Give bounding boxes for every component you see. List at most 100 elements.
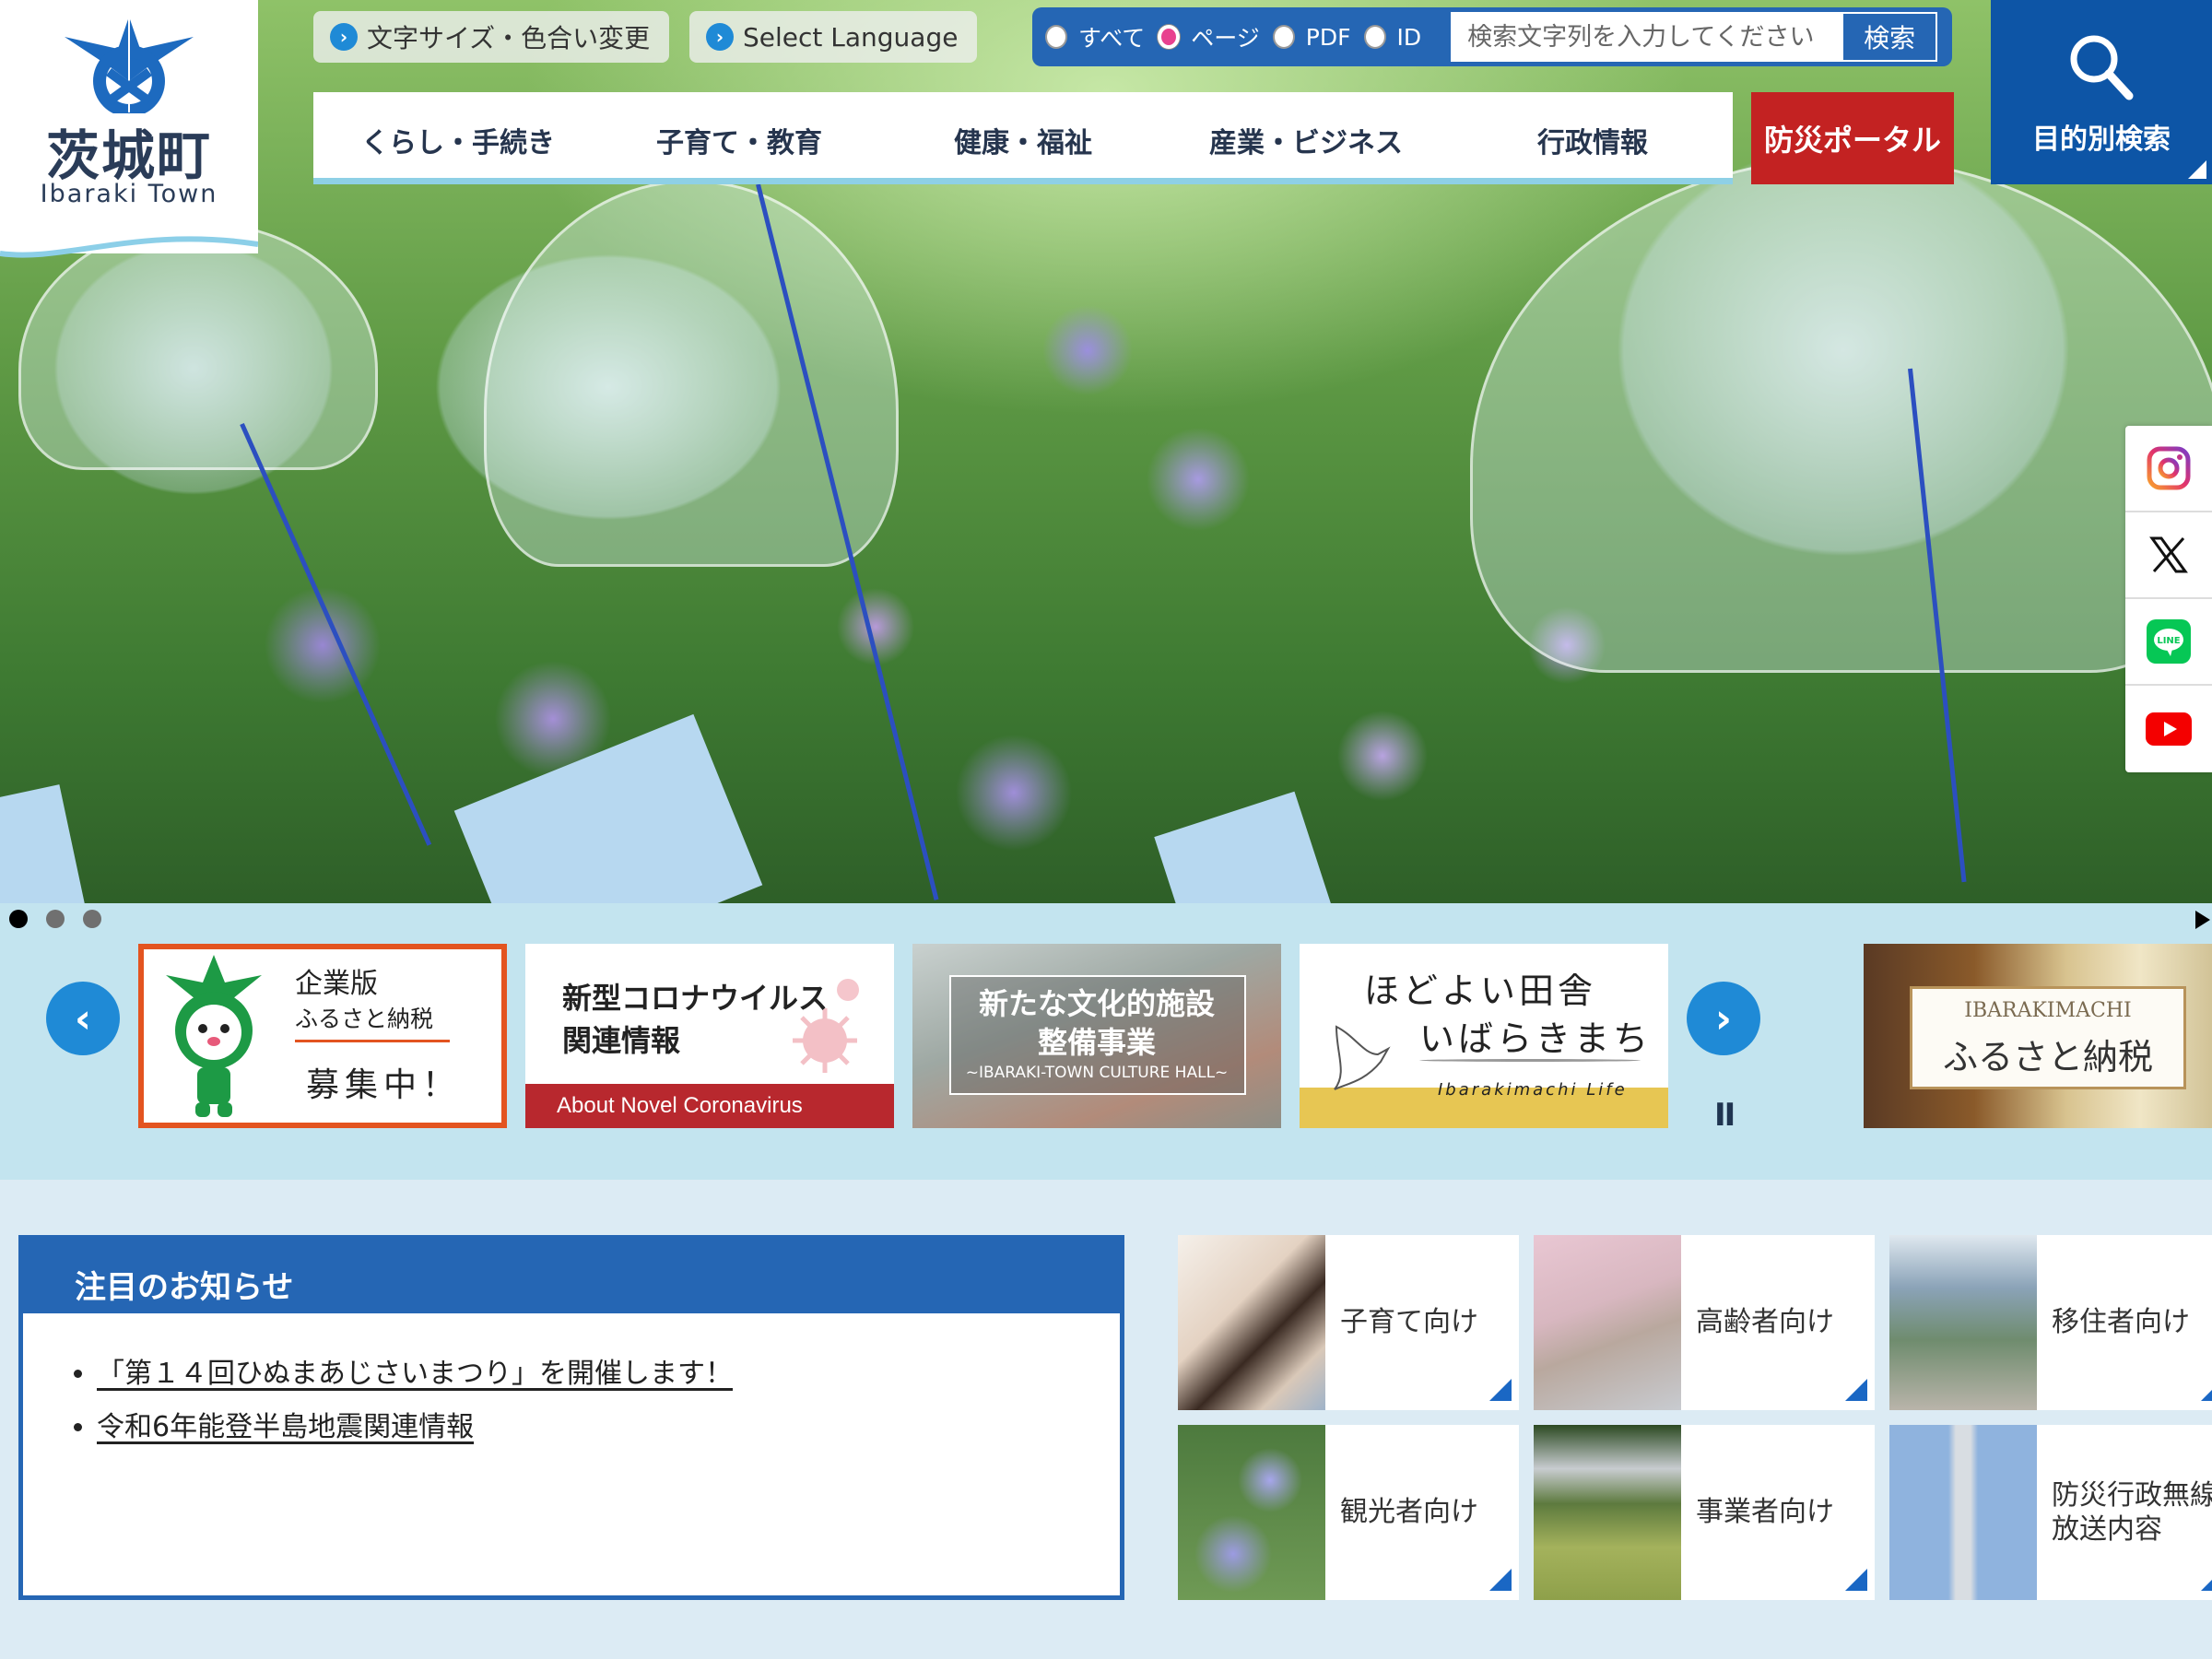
- elderly-couple-photo: [1534, 1235, 1681, 1410]
- chime-paper-strip: [1154, 791, 1335, 903]
- list-item: 令和6年能登半島地震関連情報: [97, 1404, 733, 1444]
- youtube-link[interactable]: [2125, 686, 2212, 772]
- purpose-search-button[interactable]: 目的別検索: [1991, 0, 2212, 184]
- card-label: 子育て向け: [1340, 1306, 1478, 1339]
- corner-triangle-icon: [1845, 1569, 1867, 1591]
- banner-text: ほどよい田舎: [1364, 971, 1597, 1011]
- banner-text: 企業版: [295, 968, 378, 1000]
- text-size-color-button[interactable]: › 文字サイズ・色合い変更: [313, 11, 669, 63]
- radio-button[interactable]: [1045, 25, 1067, 49]
- housing-photo: [1889, 1235, 2037, 1410]
- search-scope-pdf[interactable]: PDF: [1272, 23, 1351, 51]
- notice-link[interactable]: 「第１４回ひぬまあじさいまつり」を開催します！: [97, 1358, 733, 1390]
- radio-label: すべて: [1078, 25, 1146, 52]
- notice-list: 「第１４回ひぬまあじさいまつり」を開催します！ 令和6年能登半島地震関連情報: [97, 1350, 733, 1457]
- slide-dot[interactable]: [83, 910, 101, 928]
- text-size-color-label: 文字サイズ・色合い変更: [367, 23, 651, 53]
- line-link[interactable]: LINE: [2125, 599, 2212, 686]
- banner-text: 整備事業: [1037, 1025, 1156, 1060]
- chime-paper-strip: [0, 784, 87, 903]
- svg-text:LINE: LINE: [2157, 636, 2180, 646]
- divider: [295, 1040, 450, 1042]
- banner-next-button[interactable]: ›: [1687, 982, 1760, 1055]
- card-label: 移住者向け: [2052, 1306, 2190, 1339]
- banner-pause-button[interactable]: II: [1714, 1097, 1735, 1134]
- select-language-label: Select Language: [743, 21, 959, 53]
- banner-text: ~IBARAKI-TOWN CULTURE HALL~: [965, 1064, 1229, 1082]
- audience-card-disaster-broadcast[interactable]: 防災行政無線放送内容: [1889, 1425, 2212, 1600]
- radio-button[interactable]: [1272, 25, 1295, 49]
- radio-button-selected[interactable]: [1158, 25, 1181, 49]
- corner-triangle-icon: [2201, 1569, 2212, 1591]
- global-nav: くらし・手続き 子育て・教育 健康・福祉 産業・ビジネス 行政情報: [313, 92, 1733, 184]
- banner-text: Ibarakimachi Life: [1438, 1080, 1628, 1100]
- banner-furusato-tax[interactable]: IBARAKIMACHI ふるさと納税: [1864, 944, 2212, 1128]
- audience-card-business[interactable]: 事業者向け: [1534, 1425, 1875, 1600]
- banner-culture-hall[interactable]: 新たな文化的施設 整備事業 ~IBARAKI-TOWN CULTURE HALL…: [912, 944, 1281, 1128]
- banner-text: 募集中！: [306, 1066, 462, 1104]
- radio-label: PDF: [1305, 23, 1351, 51]
- card-label: 高齢者向け: [1696, 1306, 1834, 1339]
- notice-link[interactable]: 令和6年能登半島地震関連情報: [97, 1411, 474, 1443]
- select-language-button[interactable]: › Select Language: [689, 11, 977, 63]
- banner-text: 新型コロナウイルス: [562, 981, 829, 1016]
- banner-prev-button[interactable]: ‹: [46, 982, 120, 1055]
- banner-ibarakimachi-life[interactable]: ほどよい田舎 いばらきまち Ibarakimachi Life: [1300, 944, 1668, 1128]
- chime-string: [240, 422, 432, 846]
- radio-label: ページ: [1191, 25, 1260, 52]
- nav-item-industry[interactable]: 産業・ビジネス: [1209, 120, 1403, 160]
- search-scope-page[interactable]: ページ: [1158, 20, 1260, 53]
- mascot-character-icon: [166, 955, 262, 1117]
- nav-item-living[interactable]: くらし・手続き: [361, 120, 555, 160]
- search-input[interactable]: [1451, 12, 1844, 62]
- banner-coronavirus-info[interactable]: 新型コロナウイルス 関連情報 About Novel Coronavirus: [525, 944, 894, 1128]
- banner-text: 新たな文化的施設: [978, 986, 1215, 1021]
- list-item: 「第１４回ひぬまあじさいまつり」を開催します！: [97, 1350, 733, 1391]
- wind-chime-image: [1470, 157, 2212, 673]
- nav-item-health[interactable]: 健康・福祉: [954, 120, 1092, 160]
- slide-dot-active[interactable]: [9, 910, 28, 928]
- audience-card-tourists[interactable]: 観光者向け: [1178, 1425, 1519, 1600]
- slide-dot[interactable]: [46, 910, 65, 928]
- nav-item-administration[interactable]: 行政情報: [1537, 120, 1648, 160]
- logo-wave-decoration: [0, 226, 258, 258]
- banner-corporate-furusato-tax[interactable]: 企業版 ふるさと納税 募集中！: [138, 944, 507, 1128]
- audience-card-elderly[interactable]: 高齢者向け: [1534, 1235, 1875, 1410]
- search-scope-id[interactable]: ID: [1363, 23, 1422, 51]
- search-scope-all[interactable]: すべて: [1045, 20, 1145, 53]
- radio-label: ID: [1396, 23, 1422, 51]
- audience-card-migrants[interactable]: 移住者向け: [1889, 1235, 2212, 1410]
- card-label: 観光者向け: [1340, 1496, 1478, 1529]
- banner-text: ふるさと納税: [295, 1006, 434, 1032]
- rice-field-photo: [1534, 1425, 1681, 1600]
- hydrangea-photo: [1178, 1425, 1325, 1600]
- search-button[interactable]: 検索: [1843, 12, 1938, 62]
- corner-triangle-icon: [2201, 1379, 2212, 1401]
- card-label: 事業者向け: [1696, 1496, 1834, 1529]
- banner-text: ふるさと納税: [1942, 1037, 2153, 1077]
- card-label: 防災行政無線放送内容: [2052, 1478, 2212, 1547]
- x-icon: [2149, 536, 2188, 573]
- family-photo: [1178, 1235, 1325, 1410]
- divider: [1419, 1059, 1641, 1062]
- x-link[interactable]: [2125, 512, 2212, 599]
- audience-card-childcare[interactable]: 子育て向け: [1178, 1235, 1519, 1410]
- nav-item-childcare[interactable]: 子育て・教育: [656, 120, 822, 160]
- town-emblem-icon: [65, 17, 194, 113]
- logo-name-jp: 茨城町: [45, 124, 212, 187]
- site-logo[interactable]: 茨城町 Ibaraki Town: [0, 0, 258, 253]
- slideshow-play-icon[interactable]: [2195, 911, 2210, 929]
- chevron-right-icon: ›: [706, 23, 734, 51]
- wave-divider: [0, 1143, 2212, 1171]
- corner-triangle-icon: [1489, 1569, 1512, 1591]
- instagram-link[interactable]: [2125, 426, 2212, 512]
- corner-triangle-icon: [2188, 160, 2206, 179]
- radio-button[interactable]: [1363, 25, 1386, 49]
- logo-name-en: Ibaraki Town: [40, 180, 218, 208]
- banner-text: いばらきまち: [1419, 1018, 1653, 1059]
- youtube-icon: [2146, 712, 2192, 746]
- loudspeaker-photo: [1889, 1425, 2037, 1600]
- featured-notices-panel: 注目のお知らせ 「第１４回ひぬまあじさいまつり」を開催します！ 令和6年能登半島…: [18, 1235, 1124, 1600]
- disaster-portal-button[interactable]: 防災ポータル: [1751, 92, 1954, 184]
- featured-notices-title: 注目のお知らせ: [23, 1240, 1120, 1313]
